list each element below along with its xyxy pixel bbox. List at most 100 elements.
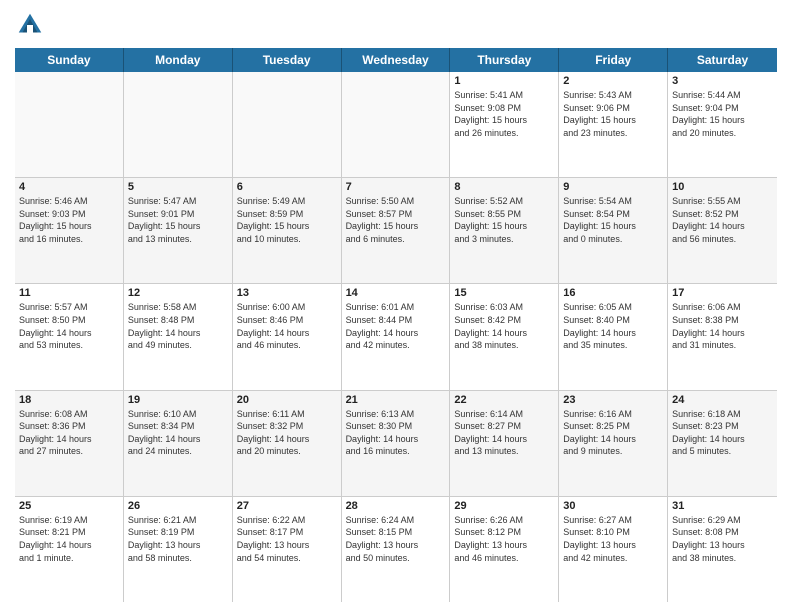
day-number: 31 xyxy=(672,500,773,512)
logo-icon xyxy=(15,10,45,40)
calendar-cell: 12 Sunrise: 5:58 AM Sunset: 8:48 PM Dayli… xyxy=(124,284,233,389)
day-number: 20 xyxy=(237,394,337,406)
calendar-cell: 20 Sunrise: 6:11 AM Sunset: 8:32 PM Dayli… xyxy=(233,391,342,496)
calendar-cell: 1 Sunrise: 5:41 AM Sunset: 9:08 PM Daylig… xyxy=(450,72,559,177)
day-info: Sunrise: 6:21 AM Sunset: 8:19 PM Dayligh… xyxy=(128,514,228,564)
day-info: Sunrise: 6:16 AM Sunset: 8:25 PM Dayligh… xyxy=(563,408,663,458)
calendar-cell: 17 Sunrise: 6:06 AM Sunset: 8:38 PM Dayli… xyxy=(668,284,777,389)
calendar-cell xyxy=(15,72,124,177)
day-number: 1 xyxy=(454,75,554,87)
day-number: 14 xyxy=(346,287,446,299)
day-number: 16 xyxy=(563,287,663,299)
calendar-cell: 25Sunrise: 6:19 AM Sunset: 8:21 PM Dayli… xyxy=(15,497,124,602)
day-number: 17 xyxy=(672,287,773,299)
calendar-cell xyxy=(342,72,451,177)
day-info: Sunrise: 6:27 AM Sunset: 8:10 PM Dayligh… xyxy=(563,514,663,564)
day-info: Sunrise: 5:52 AM Sunset: 8:55 PM Dayligh… xyxy=(454,195,554,245)
day-number: 3 xyxy=(672,75,773,87)
day-number: 29 xyxy=(454,500,554,512)
day-number: 19 xyxy=(128,394,228,406)
day-info: Sunrise: 6:22 AM Sunset: 8:17 PM Dayligh… xyxy=(237,514,337,564)
calendar-cell: 10 Sunrise: 5:55 AM Sunset: 8:52 PM Dayli… xyxy=(668,178,777,283)
day-number: 26 xyxy=(128,500,228,512)
calendar-cell: 13Sunrise: 6:00 AM Sunset: 8:46 PM Dayli… xyxy=(233,284,342,389)
calendar-cell: 19 Sunrise: 6:10 AM Sunset: 8:34 PM Dayli… xyxy=(124,391,233,496)
day-info: Sunrise: 6:00 AM Sunset: 8:46 PM Dayligh… xyxy=(237,301,337,351)
day-info: Sunrise: 5:46 AM Sunset: 9:03 PM Dayligh… xyxy=(19,195,119,245)
day-number: 10 xyxy=(672,181,773,193)
header xyxy=(15,10,777,40)
calendar-row-1: 1 Sunrise: 5:41 AM Sunset: 9:08 PM Daylig… xyxy=(15,72,777,178)
day-info: Sunrise: 5:47 AM Sunset: 9:01 PM Dayligh… xyxy=(128,195,228,245)
day-info: Sunrise: 6:08 AM Sunset: 8:36 PM Dayligh… xyxy=(19,408,119,458)
day-number: 15 xyxy=(454,287,554,299)
day-number: 6 xyxy=(237,181,337,193)
day-number: 27 xyxy=(237,500,337,512)
day-info: Sunrise: 5:44 AM Sunset: 9:04 PM Dayligh… xyxy=(672,89,773,139)
calendar-row-4: 18 Sunrise: 6:08 AM Sunset: 8:36 PM Dayli… xyxy=(15,391,777,497)
calendar-cell: 18 Sunrise: 6:08 AM Sunset: 8:36 PM Dayli… xyxy=(15,391,124,496)
calendar-row-2: 4Sunrise: 5:46 AM Sunset: 9:03 PM Daylig… xyxy=(15,178,777,284)
calendar-cell: 16 Sunrise: 6:05 AM Sunset: 8:40 PM Dayli… xyxy=(559,284,668,389)
header-day-friday: Friday xyxy=(559,48,668,72)
day-number: 2 xyxy=(563,75,663,87)
calendar-cell: 2 Sunrise: 5:43 AM Sunset: 9:06 PM Daylig… xyxy=(559,72,668,177)
calendar-cell: 4Sunrise: 5:46 AM Sunset: 9:03 PM Daylig… xyxy=(15,178,124,283)
day-number: 30 xyxy=(563,500,663,512)
day-info: Sunrise: 6:05 AM Sunset: 8:40 PM Dayligh… xyxy=(563,301,663,351)
calendar-cell: 22Sunrise: 6:14 AM Sunset: 8:27 PM Dayli… xyxy=(450,391,559,496)
day-number: 11 xyxy=(19,287,119,299)
calendar-cell: 30 Sunrise: 6:27 AM Sunset: 8:10 PM Dayli… xyxy=(559,497,668,602)
calendar-cell: 15Sunrise: 6:03 AM Sunset: 8:42 PM Dayli… xyxy=(450,284,559,389)
calendar-cell xyxy=(233,72,342,177)
day-info: Sunrise: 5:54 AM Sunset: 8:54 PM Dayligh… xyxy=(563,195,663,245)
day-number: 12 xyxy=(128,287,228,299)
calendar-cell: 8 Sunrise: 5:52 AM Sunset: 8:55 PM Daylig… xyxy=(450,178,559,283)
calendar: SundayMondayTuesdayWednesdayThursdayFrid… xyxy=(15,48,777,602)
calendar-cell: 5 Sunrise: 5:47 AM Sunset: 9:01 PM Daylig… xyxy=(124,178,233,283)
calendar-cell: 7 Sunrise: 5:50 AM Sunset: 8:57 PM Daylig… xyxy=(342,178,451,283)
day-number: 5 xyxy=(128,181,228,193)
day-number: 18 xyxy=(19,394,119,406)
day-info: Sunrise: 6:01 AM Sunset: 8:44 PM Dayligh… xyxy=(346,301,446,351)
day-info: Sunrise: 5:50 AM Sunset: 8:57 PM Dayligh… xyxy=(346,195,446,245)
day-info: Sunrise: 6:10 AM Sunset: 8:34 PM Dayligh… xyxy=(128,408,228,458)
day-info: Sunrise: 6:06 AM Sunset: 8:38 PM Dayligh… xyxy=(672,301,773,351)
calendar-body: 1 Sunrise: 5:41 AM Sunset: 9:08 PM Daylig… xyxy=(15,72,777,602)
day-info: Sunrise: 5:43 AM Sunset: 9:06 PM Dayligh… xyxy=(563,89,663,139)
header-day-thursday: Thursday xyxy=(450,48,559,72)
day-info: Sunrise: 5:58 AM Sunset: 8:48 PM Dayligh… xyxy=(128,301,228,351)
header-day-saturday: Saturday xyxy=(668,48,777,72)
header-day-wednesday: Wednesday xyxy=(342,48,451,72)
day-info: Sunrise: 5:55 AM Sunset: 8:52 PM Dayligh… xyxy=(672,195,773,245)
calendar-cell: 27 Sunrise: 6:22 AM Sunset: 8:17 PM Dayli… xyxy=(233,497,342,602)
day-info: Sunrise: 6:11 AM Sunset: 8:32 PM Dayligh… xyxy=(237,408,337,458)
calendar-cell: 23Sunrise: 6:16 AM Sunset: 8:25 PM Dayli… xyxy=(559,391,668,496)
calendar-cell: 6Sunrise: 5:49 AM Sunset: 8:59 PM Daylig… xyxy=(233,178,342,283)
calendar-cell: 29 Sunrise: 6:26 AM Sunset: 8:12 PM Dayli… xyxy=(450,497,559,602)
calendar-header: SundayMondayTuesdayWednesdayThursdayFrid… xyxy=(15,48,777,72)
day-info: Sunrise: 5:41 AM Sunset: 9:08 PM Dayligh… xyxy=(454,89,554,139)
page: SundayMondayTuesdayWednesdayThursdayFrid… xyxy=(0,0,792,612)
day-info: Sunrise: 6:14 AM Sunset: 8:27 PM Dayligh… xyxy=(454,408,554,458)
day-number: 21 xyxy=(346,394,446,406)
day-number: 7 xyxy=(346,181,446,193)
calendar-cell: 3 Sunrise: 5:44 AM Sunset: 9:04 PM Daylig… xyxy=(668,72,777,177)
day-info: Sunrise: 6:24 AM Sunset: 8:15 PM Dayligh… xyxy=(346,514,446,564)
calendar-cell: 9 Sunrise: 5:54 AM Sunset: 8:54 PM Daylig… xyxy=(559,178,668,283)
day-info: Sunrise: 6:26 AM Sunset: 8:12 PM Dayligh… xyxy=(454,514,554,564)
header-day-tuesday: Tuesday xyxy=(233,48,342,72)
day-info: Sunrise: 5:57 AM Sunset: 8:50 PM Dayligh… xyxy=(19,301,119,351)
calendar-row-5: 25Sunrise: 6:19 AM Sunset: 8:21 PM Dayli… xyxy=(15,497,777,602)
calendar-cell: 31Sunrise: 6:29 AM Sunset: 8:08 PM Dayli… xyxy=(668,497,777,602)
logo xyxy=(15,10,49,40)
day-number: 24 xyxy=(672,394,773,406)
header-day-monday: Monday xyxy=(124,48,233,72)
day-number: 25 xyxy=(19,500,119,512)
day-number: 9 xyxy=(563,181,663,193)
day-info: Sunrise: 6:13 AM Sunset: 8:30 PM Dayligh… xyxy=(346,408,446,458)
calendar-cell: 11 Sunrise: 5:57 AM Sunset: 8:50 PM Dayli… xyxy=(15,284,124,389)
header-day-sunday: Sunday xyxy=(15,48,124,72)
calendar-cell: 24Sunrise: 6:18 AM Sunset: 8:23 PM Dayli… xyxy=(668,391,777,496)
day-number: 8 xyxy=(454,181,554,193)
